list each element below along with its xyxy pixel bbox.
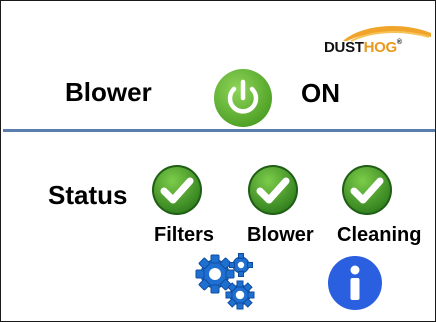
logo-trademark: ® [396, 39, 402, 46]
blower-label: Blower [65, 77, 152, 107]
check-icon [342, 165, 392, 215]
panel-frame: DUSTHOG® Blower ON Status Filters Blower… [0, 0, 436, 322]
blower-status-indicator [247, 164, 299, 216]
blower-status-label: Blower [247, 224, 314, 246]
info-button[interactable] [327, 255, 383, 311]
settings-button[interactable] [194, 252, 256, 310]
power-icon [214, 69, 272, 127]
gears-icon [195, 253, 255, 310]
check-icon [152, 165, 202, 215]
logo-word-dust: DUST [324, 39, 364, 56]
cleaning-status-indicator [341, 164, 393, 216]
blower-state-text: ON [301, 78, 340, 108]
check-icon [248, 165, 298, 215]
section-divider [3, 129, 435, 132]
cleaning-status-label: Cleaning [337, 224, 422, 246]
logo-word-hog: HOG [363, 39, 398, 56]
dusthog-logo: DUSTHOG® [321, 23, 433, 61]
status-label: Status [48, 180, 128, 210]
logo-wordmark: DUSTHOG® [324, 39, 402, 56]
blower-power-button[interactable] [212, 67, 274, 129]
info-icon [328, 256, 382, 310]
filters-status-label: Filters [154, 224, 215, 246]
filters-status-indicator [151, 164, 203, 216]
